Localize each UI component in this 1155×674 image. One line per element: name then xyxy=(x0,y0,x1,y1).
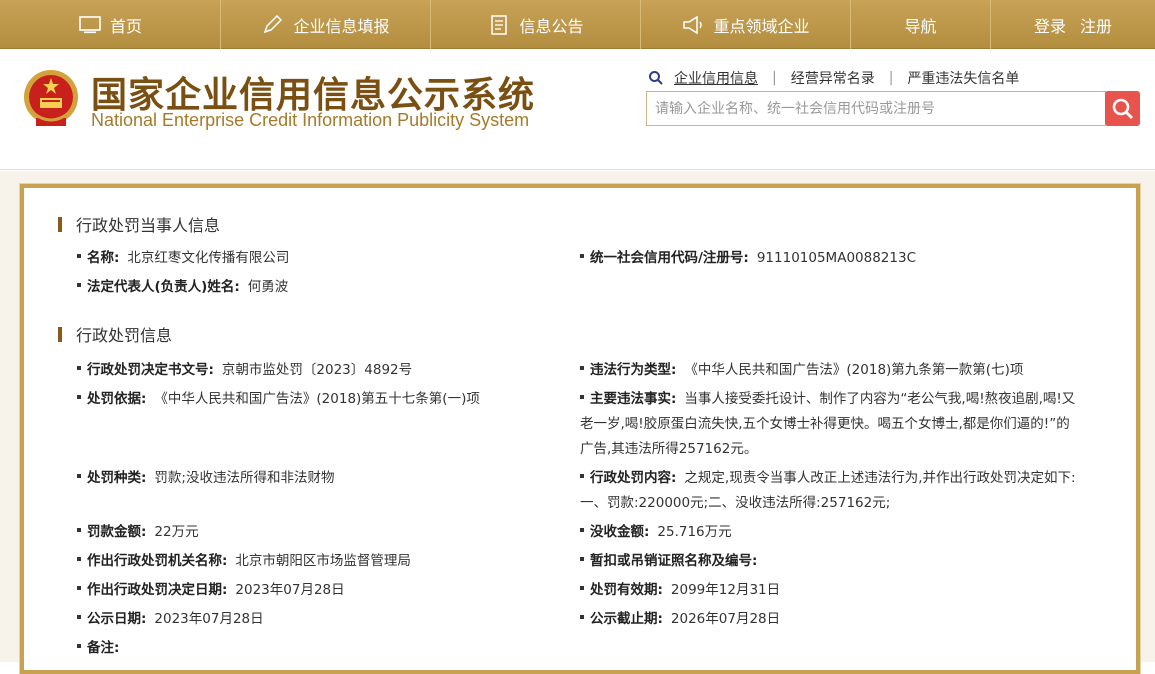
link-separator: | xyxy=(772,70,777,86)
megaphone-icon xyxy=(681,14,705,36)
nav-key-label: 重点领域企业 xyxy=(713,16,810,36)
nav-account: 登录 注册 xyxy=(991,0,1155,49)
site-subtitle: National Enterprise Credit Information P… xyxy=(91,110,530,130)
field-violation-type: 违法行为类型: 《中华人民共和国广告法》(2018)第九条第一款第(七)项 xyxy=(580,358,1080,383)
field-penalty-basis: 处罚依据: 《中华人民共和国广告法》(2018)第五十七条第(一)项 xyxy=(77,387,577,412)
nav-guide[interactable]: 导航 xyxy=(851,0,991,49)
nav-home-label: 首页 xyxy=(109,16,142,36)
field-publish-date: 公示日期: 2023年07月28日 xyxy=(77,607,577,632)
nav-fill-label: 企业信息填报 xyxy=(293,16,390,36)
nav-guide-label: 导航 xyxy=(904,16,937,36)
field-fine-amount: 罚款金额: 22万元 xyxy=(77,520,577,545)
nav-home[interactable]: 首页 xyxy=(0,0,221,49)
link-separator: | xyxy=(888,70,894,86)
field-license: 暂扣或吊销证照名称及编号: xyxy=(580,549,1080,574)
field-name: 名称: 北京红枣文化传播有限公司 xyxy=(77,246,577,271)
field-authority: 作出行政处罚机关名称: 北京市朝阳区市场监督管理局 xyxy=(77,549,577,574)
search-type-links: 企业信用信息 | 经营异常名录 | 严重违法失信名单 xyxy=(648,68,1019,88)
field-confiscation-amount: 没收金额: 25.716万元 xyxy=(580,520,1080,545)
link-serious-violation-list[interactable]: 严重违法失信名单 xyxy=(907,68,1019,88)
field-legal-rep: 法定代表人(负责人)姓名: 何勇波 xyxy=(77,275,577,300)
pen-icon xyxy=(261,14,285,36)
register-link[interactable]: 注册 xyxy=(1080,13,1112,37)
link-enterprise-credit[interactable]: 企业信用信息 xyxy=(674,68,758,88)
field-publish-end: 公示截止期: 2026年07月28日 xyxy=(580,607,1080,632)
field-remark: 备注: xyxy=(77,636,577,661)
monitor-icon xyxy=(78,14,102,36)
login-link[interactable]: 登录 xyxy=(1034,13,1066,37)
search-input[interactable] xyxy=(646,91,1106,126)
national-emblem-logo xyxy=(22,68,80,130)
nav-key-enterprise[interactable]: 重点领域企业 xyxy=(641,0,851,49)
field-validity: 处罚有效期: 2099年12月31日 xyxy=(580,578,1080,603)
field-credit-code: 统一社会信用代码/注册号: 91110105MA0088213C xyxy=(580,246,1080,271)
site-header: 国家企业信用信息公示系统 National Enterprise Credit … xyxy=(0,50,1155,170)
nav-fill[interactable]: 企业信息填报 xyxy=(221,0,431,49)
search-icon xyxy=(1112,98,1133,119)
detail-panel: 行政处罚当事人信息 名称: 北京红枣文化传播有限公司 统一社会信用代码/注册号: 9… xyxy=(20,184,1140,674)
field-main-facts: 主要违法事实: 当事人接受委托设计、制作了内容为“老公气我,喝!熬夜追剧,喝!又老… xyxy=(580,391,1076,457)
nav-notice-label: 信息公告 xyxy=(519,16,584,36)
document-icon xyxy=(487,14,511,36)
field-decision-date: 作出行政处罚决定日期: 2023年07月28日 xyxy=(77,578,577,603)
search-button[interactable] xyxy=(1105,91,1140,126)
section-title-party: 行政处罚当事人信息 xyxy=(58,212,220,236)
top-nav: 首页 企业信息填报 信息公告 重点领域企业 导航 登录 注册 xyxy=(0,0,1155,49)
section-title-penalty: 行政处罚信息 xyxy=(58,322,172,346)
field-penalty-kind: 处罚种类: 罚款;没收违法所得和非法财物 xyxy=(77,466,577,491)
field-penalty-content: 行政处罚内容: 之规定,现责令当事人改正上述违法行为,并作出行政处罚决定如下:一、… xyxy=(580,470,1076,511)
link-abnormal-list[interactable]: 经营异常名录 xyxy=(791,68,875,88)
nav-notice[interactable]: 信息公告 xyxy=(431,0,641,49)
field-decision-no: 行政处罚决定书文号: 京朝市监处罚〔2023〕4892号 xyxy=(77,358,577,383)
search-icon xyxy=(649,71,663,85)
